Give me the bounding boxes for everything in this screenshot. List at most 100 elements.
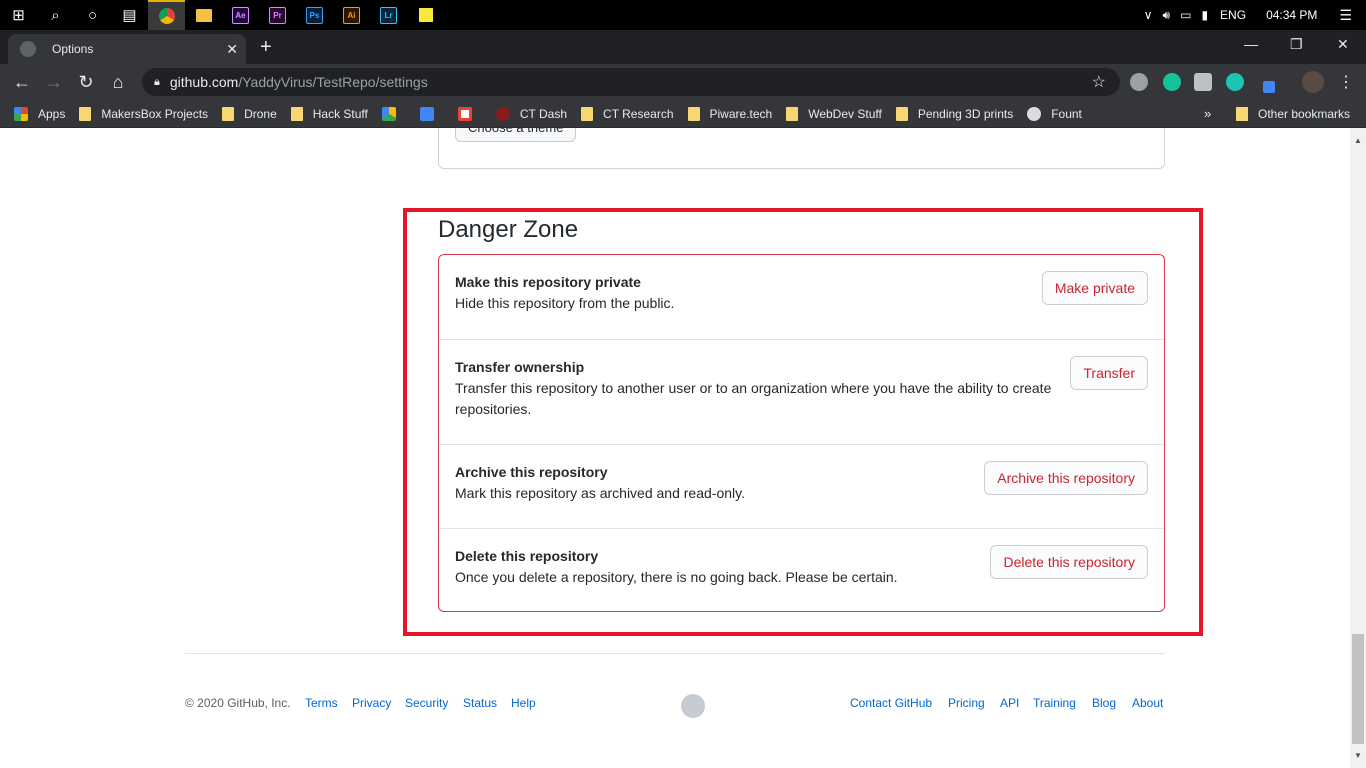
folder-icon <box>79 106 92 121</box>
folder-icon <box>581 106 594 121</box>
google-drive-icon <box>381 106 396 121</box>
more-menu-icon[interactable]: ⋮ <box>1338 72 1354 92</box>
search-icon[interactable]: ⌕ <box>37 0 74 30</box>
premiere-icon[interactable]: Pr <box>259 0 296 30</box>
tab-options[interactable]: Options ✕ <box>8 34 246 64</box>
forward-icon[interactable]: → <box>38 72 70 93</box>
close-window-icon[interactable]: ✕ <box>1337 36 1349 53</box>
danger-zone-box: Make this repository private Hide this r… <box>438 254 1165 612</box>
danger-row-heading: Transfer ownership <box>455 359 585 375</box>
footer-link-help[interactable]: Help <box>511 696 536 710</box>
battery-icon[interactable]: ▮ <box>1201 8 1208 22</box>
archive-repository-button[interactable]: Archive this repository <box>984 461 1148 495</box>
footer-link-status[interactable]: Status <box>463 696 497 710</box>
notifications-icon[interactable]: ☰ <box>1339 7 1352 24</box>
google-docs-icon <box>419 106 434 121</box>
footer-link-training[interactable]: Training <box>1033 696 1076 710</box>
danger-row-description: Mark this repository as archived and rea… <box>455 485 745 501</box>
url-path: /YaddyVirus/TestRepo/settings <box>238 74 428 90</box>
scrollbar-thumb[interactable] <box>1352 634 1364 744</box>
footer-link-pricing[interactable]: Pricing <box>948 696 985 710</box>
extension-pen-icon[interactable] <box>1263 81 1275 93</box>
bookmark-drive[interactable] <box>381 106 406 121</box>
language-indicator[interactable]: ENG <box>1220 8 1246 22</box>
bookmark-docs[interactable] <box>419 106 444 121</box>
network-icon[interactable]: ▭ <box>1180 8 1191 22</box>
other-bookmarks[interactable]: Other bookmarks <box>1236 100 1350 128</box>
clock[interactable]: 04:34 PM <box>1266 8 1317 22</box>
page-content: Choose a theme Danger Zone Make this rep… <box>0 128 1350 768</box>
extension-icon[interactable] <box>1194 73 1212 91</box>
bookmark-star-icon[interactable]: ☆ <box>1092 72 1106 92</box>
tab-title: Options <box>52 42 94 56</box>
cortana-icon[interactable]: ○ <box>74 0 111 30</box>
volume-icon[interactable]: 🔊︎ <box>1163 8 1171 23</box>
extension-gauge-icon[interactable] <box>1130 73 1148 91</box>
footer-link-api[interactable]: API <box>1000 696 1019 710</box>
bookmark-label: Fount <box>1051 106 1082 121</box>
folder-icon <box>1236 107 1248 121</box>
windows-start-icon[interactable]: ⊞ <box>0 0 37 30</box>
footer-divider <box>185 653 1165 654</box>
scroll-up-icon[interactable]: ▲ <box>1354 136 1362 145</box>
footer-link-blog[interactable]: Blog <box>1092 696 1116 710</box>
bookmark-apps[interactable]: Apps <box>14 106 65 121</box>
make-private-button[interactable]: Make private <box>1041 271 1148 305</box>
transfer-button[interactable]: Transfer <box>1070 356 1148 390</box>
footer-link-privacy[interactable]: Privacy <box>352 696 391 710</box>
extension-m-icon[interactable] <box>1226 73 1244 91</box>
illustrator-icon[interactable]: Ai <box>333 0 370 30</box>
file-explorer-icon[interactable] <box>185 0 222 30</box>
bookmark-makersbox[interactable]: MakersBox Projects <box>79 106 208 121</box>
footer-link-about[interactable]: About <box>1132 696 1163 710</box>
scroll-down-icon[interactable]: ▼ <box>1354 751 1362 760</box>
copyright: © 2020 GitHub, Inc. <box>185 696 291 710</box>
reload-icon[interactable]: ↻ <box>70 72 102 93</box>
chrome-taskbar-icon[interactable] <box>148 0 185 30</box>
bookmarks-bar: Apps MakersBox Projects Drone Hack Stuff… <box>0 100 1366 128</box>
bookmark-fount[interactable]: Fount <box>1027 106 1082 121</box>
danger-row-heading: Archive this repository <box>455 464 608 480</box>
lock-icon[interactable]: 🔒︎ <box>154 76 160 89</box>
new-tab-button[interactable]: + <box>260 36 272 58</box>
delete-repository-button[interactable]: Delete this repository <box>990 545 1148 579</box>
danger-row-description: Once you delete a repository, there is n… <box>455 569 898 585</box>
after-effects-icon[interactable]: Ae <box>222 0 259 30</box>
folder-icon <box>222 106 235 121</box>
footer-link-terms[interactable]: Terms <box>305 696 338 710</box>
bookmark-webdev[interactable]: WebDev Stuff <box>786 106 882 121</box>
close-tab-icon[interactable]: ✕ <box>226 41 238 58</box>
bookmark-gmail[interactable] <box>457 106 482 121</box>
address-bar[interactable]: 🔒︎ github.com/YaddyVirus/TestRepo/settin… <box>142 68 1120 96</box>
task-view-icon[interactable]: ▤ <box>111 0 148 30</box>
bookmark-ct-research[interactable]: CT Research <box>581 106 674 121</box>
choose-theme-button[interactable]: Choose a theme <box>455 128 577 142</box>
bookmark-piware[interactable]: Piware.tech <box>687 106 772 121</box>
photoshop-icon[interactable]: Ps <box>296 0 333 30</box>
ct-icon <box>495 106 510 121</box>
bookmark-label: CT Dash <box>519 106 568 121</box>
bookmark-drone[interactable]: Drone <box>222 106 277 121</box>
footer-link-contact[interactable]: Contact GitHub <box>850 696 932 710</box>
danger-row-archive: Archive this repository Mark this reposi… <box>439 444 1164 528</box>
minimize-icon[interactable]: — <box>1244 36 1258 52</box>
github-mark-icon[interactable] <box>681 694 705 718</box>
bookmark-pending-3d[interactable]: Pending 3D prints <box>895 106 1013 121</box>
restore-icon[interactable]: ❐ <box>1290 36 1303 53</box>
danger-row-description: Transfer this repository to another user… <box>455 380 1052 417</box>
page-scrollbar[interactable]: ▲ ▼ <box>1350 128 1366 768</box>
bookmark-hack-stuff[interactable]: Hack Stuff <box>290 106 368 121</box>
apps-grid-icon <box>14 106 28 121</box>
lightroom-icon[interactable]: Lr <box>370 0 407 30</box>
danger-zone-title: Danger Zone <box>438 216 579 243</box>
avatar[interactable] <box>1302 71 1324 93</box>
footer-link-security[interactable]: Security <box>405 696 448 710</box>
home-icon[interactable]: ⌂ <box>102 72 134 93</box>
back-icon[interactable]: ← <box>6 72 38 93</box>
chevron-up-icon[interactable]: ∨ <box>1144 8 1153 22</box>
sticky-notes-icon[interactable] <box>407 0 444 30</box>
more-bookmarks-button[interactable]: » <box>1204 106 1211 121</box>
github-favicon-icon <box>20 41 36 57</box>
bookmark-ct-dash[interactable]: CT Dash <box>495 106 568 121</box>
grammarly-icon[interactable] <box>1163 73 1181 91</box>
